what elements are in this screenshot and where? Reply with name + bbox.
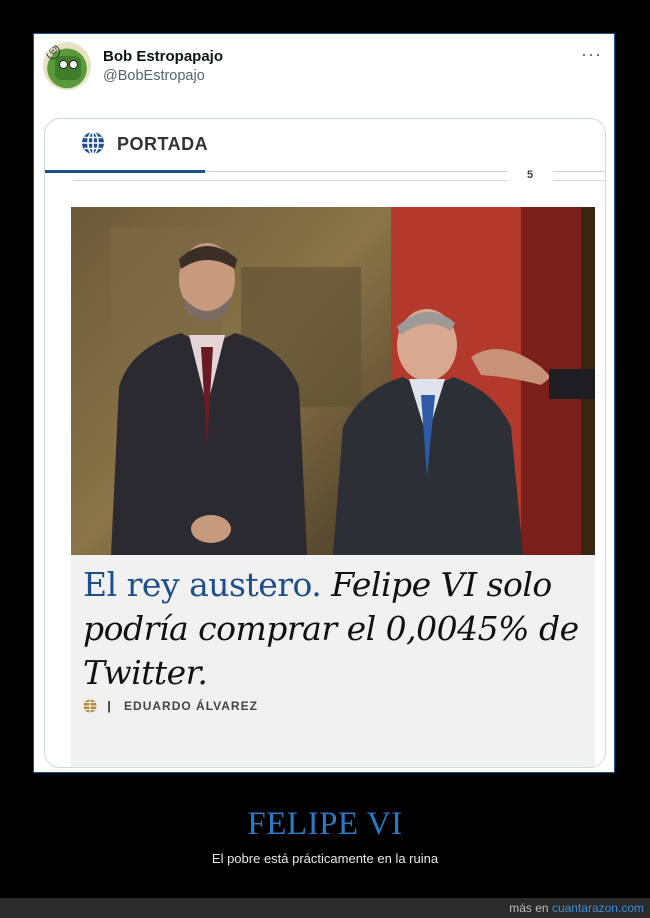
headline-lead: El rey austero. [83, 565, 322, 604]
caption-title: FELIPE VI [247, 806, 403, 842]
byline-separator: | [107, 699, 112, 713]
section-label: PORTADA [117, 134, 209, 154]
footer-link[interactable]: cuantarazon.com [552, 901, 644, 915]
globe-icon [82, 131, 104, 155]
article-photo [71, 207, 595, 555]
user-handle[interactable]: @BobEstropajo [103, 68, 205, 84]
tweet-media[interactable]: PORTADA 5 El rey austero. Felipe VI solo… [44, 118, 606, 768]
active-tab-indicator [45, 170, 205, 173]
avatar-eye [59, 60, 68, 69]
footer-bar: más en cuantarazon.com [0, 898, 650, 918]
more-options-icon[interactable]: ··· [581, 44, 602, 65]
globe-icon [83, 699, 97, 713]
footer-prefix: más en [509, 901, 549, 915]
page-number: 5 [507, 167, 553, 183]
author-name: EDUARDO ÁLVAREZ [124, 699, 258, 713]
byline: | EDUARDO ÁLVAREZ [83, 699, 258, 715]
footer-text: más en cuantarazon.com [509, 901, 644, 915]
user-name[interactable]: Bob Estropapajo [103, 48, 223, 65]
headline: El rey austero. Felipe VI solo podría co… [83, 563, 583, 695]
avatar-face [55, 56, 81, 80]
avatar-eye [69, 60, 78, 69]
caption-subtitle: El pobre está prácticamente en la ruina [211, 851, 439, 866]
article: El rey austero. Felipe VI solo podría co… [71, 207, 595, 767]
avatar[interactable]: ☮ [43, 42, 91, 90]
tweet-card: ☮ Bob Estropapajo @BobEstropajo ··· PORT… [33, 33, 615, 773]
newspaper-header: PORTADA 5 [45, 119, 605, 183]
